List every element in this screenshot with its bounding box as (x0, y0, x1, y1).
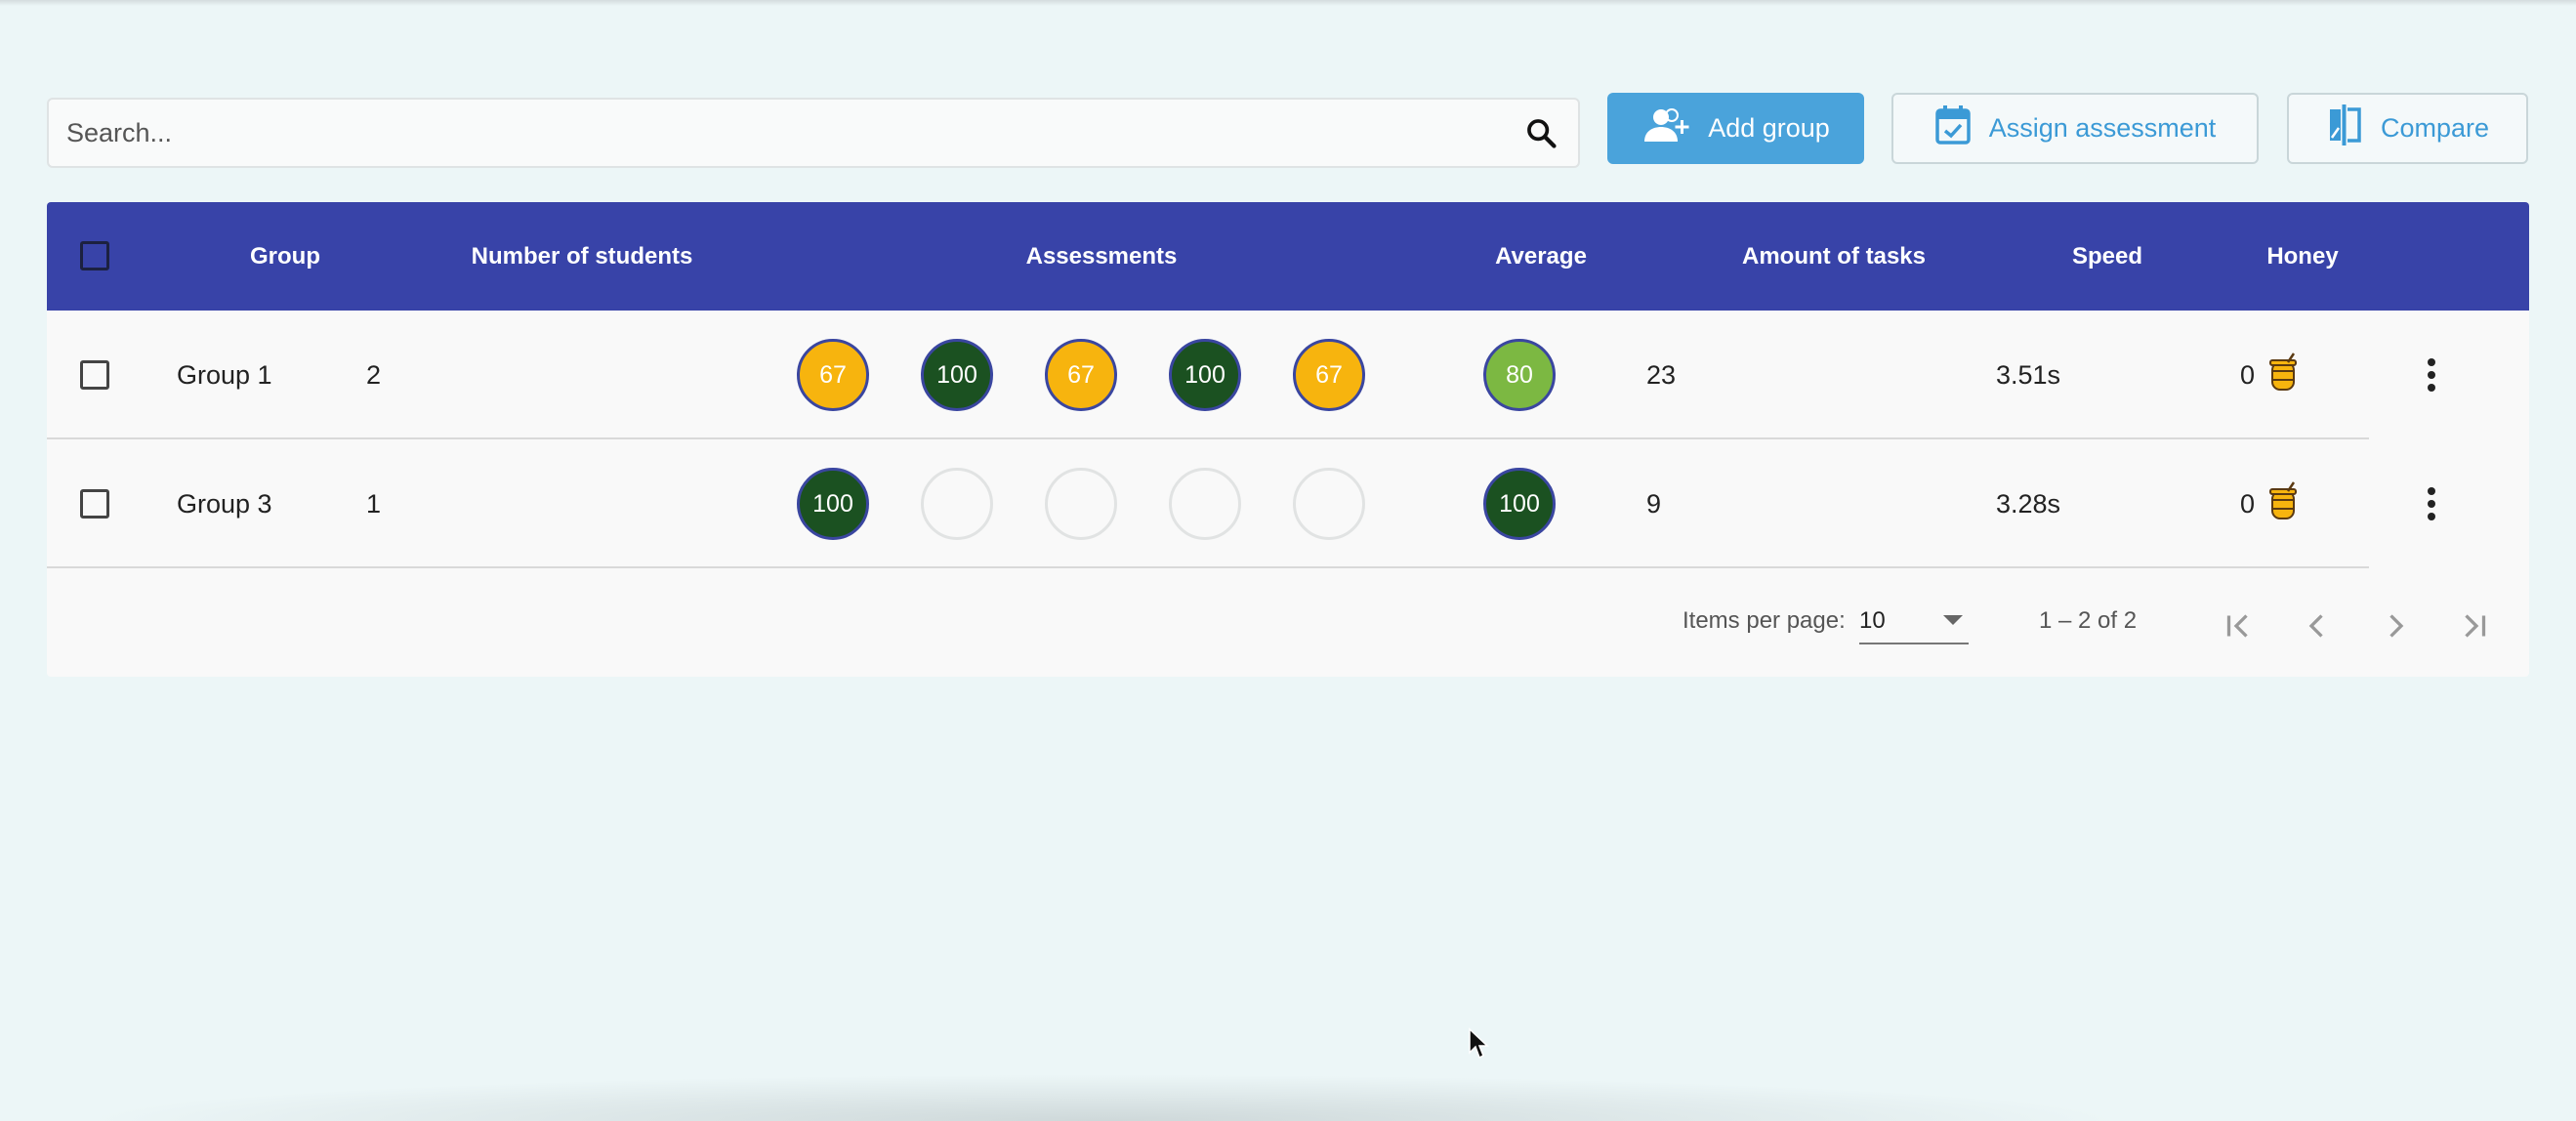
honey-cell: 0 (2240, 311, 2300, 439)
groups-table: Group Number of students Assessments Ave… (47, 202, 2529, 677)
top-shadow (0, 0, 2576, 6)
calendar-check-icon (1934, 104, 1972, 152)
speed-value: 3.28s (1996, 488, 2061, 519)
row-checkbox[interactable] (80, 489, 109, 519)
assessment-score-empty (1169, 468, 1241, 540)
student-count: 2 (366, 359, 382, 390)
average-score: 100 (1483, 468, 1556, 540)
assign-assessment-button[interactable]: Assign assessment (1891, 93, 2259, 164)
header-honey[interactable]: Honey (2205, 202, 2400, 311)
add-group-icon (1641, 106, 1690, 150)
average-score: 80 (1483, 339, 1556, 411)
speed-value: 3.51s (1996, 359, 2061, 390)
paginator: Items per page: 10 1 – 2 of 2 (47, 568, 2529, 677)
select-all-checkbox[interactable] (80, 241, 109, 270)
items-per-page-value: 10 (1859, 607, 1886, 634)
assessment-score[interactable]: 67 (1293, 339, 1365, 411)
group-name: Group 1 (177, 359, 272, 390)
prev-page-icon[interactable] (2295, 603, 2340, 648)
add-group-label: Add group (1708, 113, 1830, 143)
honey-pot-icon (2266, 480, 2300, 527)
assessment-score-empty (921, 468, 993, 540)
chevron-down-icon (1943, 615, 1963, 625)
assessment-score[interactable]: 100 (1169, 339, 1241, 411)
table-header: Group Number of students Assessments Ave… (47, 202, 2529, 311)
assessment-score[interactable]: 67 (1045, 339, 1117, 411)
last-page-icon[interactable] (2451, 603, 2496, 648)
compare-icon (2326, 104, 2363, 152)
header-group[interactable]: Group (193, 202, 377, 311)
page: Add group Assign assessment Compare (0, 0, 2576, 1121)
compare-label: Compare (2380, 113, 2490, 143)
honey-cell: 0 (2240, 439, 2300, 568)
honey-value: 0 (2240, 359, 2256, 390)
student-count: 1 (366, 488, 382, 519)
task-count: 9 (1646, 488, 1662, 519)
search-box[interactable] (47, 98, 1580, 168)
more-vert-icon[interactable] (2410, 353, 2453, 396)
compare-button[interactable]: Compare (2287, 93, 2528, 164)
assessment-score[interactable]: 100 (921, 339, 993, 411)
row-checkbox[interactable] (80, 360, 109, 390)
assessment-score-empty (1293, 468, 1365, 540)
header-assessments: Assessments (1025, 242, 1178, 270)
header-average[interactable]: Average (1443, 202, 1639, 311)
items-per-page-label: Items per page: (1683, 607, 1846, 634)
mouse-cursor-icon (1468, 1027, 1489, 1065)
header-speed[interactable]: Speed (2010, 202, 2205, 311)
items-per-page-select[interactable]: 10 (1859, 605, 1969, 644)
assessment-score[interactable]: 100 (797, 468, 869, 540)
table-row[interactable]: Group 1 2 67 100 67 100 67 80 23 3.51s 0 (47, 311, 2529, 439)
page-range: 1 – 2 of 2 (2039, 607, 2138, 634)
first-page-icon[interactable] (2217, 603, 2262, 648)
honey-pot-icon (2266, 352, 2300, 398)
header-students[interactable]: Number of students (418, 202, 746, 311)
bottom-shade (78, 1074, 2129, 1121)
table-row[interactable]: Group 3 1 100 100 9 3.28s 0 (47, 439, 2529, 568)
more-vert-icon[interactable] (2410, 482, 2453, 525)
search-icon[interactable] (1521, 113, 1560, 152)
assessment-score[interactable]: 67 (797, 339, 869, 411)
task-count: 23 (1646, 359, 1677, 390)
honey-value: 0 (2240, 488, 2256, 519)
next-page-icon[interactable] (2373, 603, 2418, 648)
assign-assessment-label: Assign assessment (1988, 113, 2217, 143)
group-name: Group 3 (177, 488, 272, 519)
add-group-button[interactable]: Add group (1607, 93, 1864, 164)
search-input[interactable] (66, 117, 1521, 148)
header-tasks[interactable]: Amount of tasks (1687, 202, 1980, 311)
assessment-score-empty (1045, 468, 1117, 540)
